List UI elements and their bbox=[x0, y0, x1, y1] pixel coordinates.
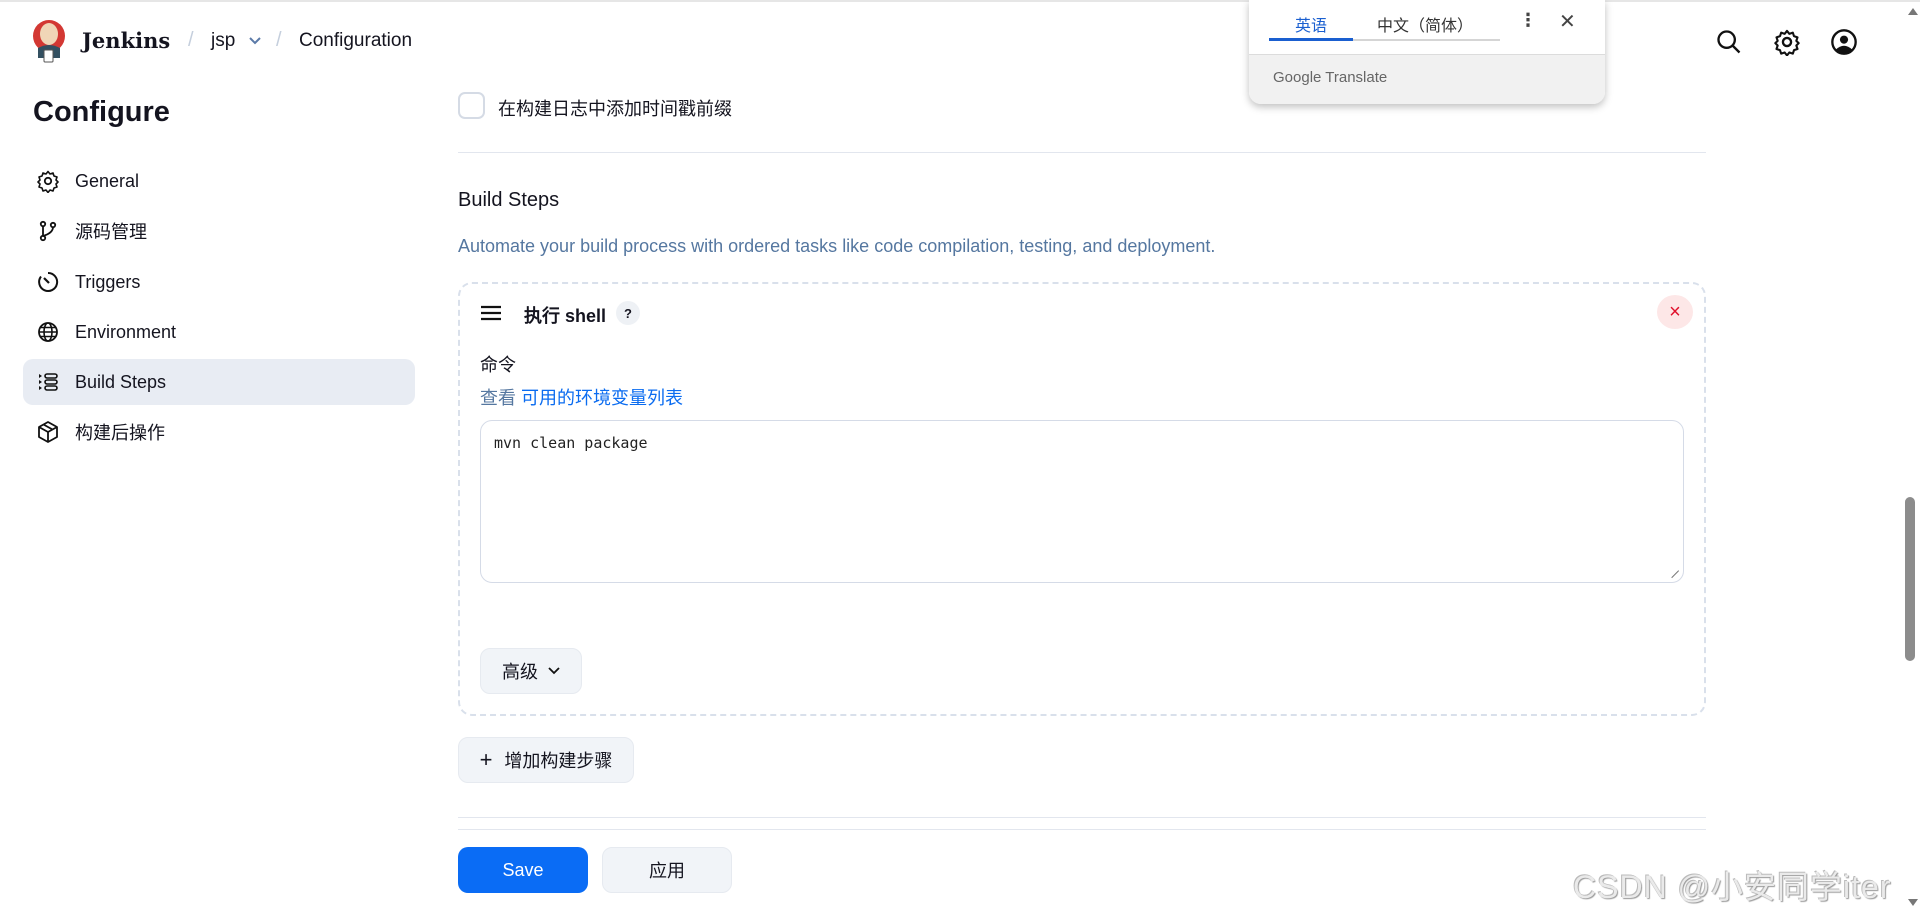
sidebar-item-general[interactable]: General bbox=[23, 158, 415, 204]
translate-tab-chinese[interactable]: 中文（简体） bbox=[1377, 12, 1473, 36]
footer-divider bbox=[458, 817, 1706, 818]
scroll-down-arrow[interactable] bbox=[1908, 899, 1918, 906]
section-description: Automate your build process with ordered… bbox=[458, 236, 1216, 256]
advanced-button[interactable]: 高级 bbox=[480, 648, 582, 694]
more-options-icon[interactable]: ⋮ bbox=[1519, 10, 1537, 31]
translate-tab-english[interactable]: 英语 bbox=[1295, 12, 1327, 36]
scroll-up-arrow[interactable] bbox=[1908, 8, 1918, 15]
sidebar-item-label: Triggers bbox=[75, 271, 141, 292]
breadcrumb-separator: / bbox=[276, 29, 282, 51]
jenkins-logo[interactable] bbox=[32, 18, 66, 64]
timer-icon bbox=[38, 271, 59, 292]
command-text: mvn clean package bbox=[494, 434, 648, 452]
section-divider bbox=[458, 152, 1706, 153]
help-icon[interactable]: ? bbox=[616, 301, 640, 325]
breadcrumb-separator: / bbox=[188, 29, 194, 51]
tab-indicator bbox=[1269, 38, 1353, 41]
sidebar-item-label: Build Steps bbox=[75, 371, 167, 392]
search-icon[interactable] bbox=[1715, 28, 1743, 56]
sidebar-item-label: 构建后操作 bbox=[75, 423, 165, 443]
sidebar-item-build-steps[interactable]: Build Steps bbox=[23, 359, 415, 405]
breadcrumb-jsp[interactable]: jsp bbox=[211, 30, 235, 52]
sidebar-item-environment[interactable]: Environment bbox=[23, 309, 415, 355]
chevron-down-icon[interactable] bbox=[248, 36, 262, 46]
close-icon[interactable]: ✕ bbox=[1559, 9, 1576, 34]
user-account-icon[interactable] bbox=[1830, 28, 1858, 56]
page-title: Configure bbox=[33, 96, 170, 128]
sidebar-item-post-build[interactable]: 构建后操作 bbox=[23, 409, 415, 455]
add-build-step-button[interactable]: + 增加构建步骤 bbox=[458, 737, 634, 783]
sidebar-item-label: Environment bbox=[75, 321, 177, 342]
add-build-step-label: 增加构建步骤 bbox=[504, 751, 613, 771]
list-icon bbox=[39, 373, 58, 391]
apply-button[interactable]: 应用 bbox=[602, 847, 732, 893]
resize-handle[interactable] bbox=[1664, 563, 1680, 579]
gear-icon[interactable] bbox=[1773, 28, 1801, 56]
translate-footer: Google Translate bbox=[1249, 54, 1605, 104]
drag-handle-icon[interactable] bbox=[480, 305, 502, 321]
chevron-down-icon bbox=[548, 667, 560, 675]
jenkins-brand[interactable]: Jenkins bbox=[82, 28, 170, 53]
delete-step-button[interactable]: × bbox=[1657, 295, 1693, 329]
plus-icon: + bbox=[479, 747, 493, 772]
scrollbar-thumb[interactable] bbox=[1905, 497, 1915, 661]
timestamp-checkbox-label[interactable]: 在构建日志中添加时间戳前缀 bbox=[498, 95, 732, 121]
env-vars-link[interactable]: 可用的环境变量列表 bbox=[521, 388, 683, 408]
build-step-title: 执行 shell bbox=[524, 306, 607, 326]
command-textarea[interactable]: mvn clean package bbox=[480, 420, 1684, 583]
env-vars-hint: 查看 可用的环境变量列表 bbox=[480, 384, 683, 410]
sidebar-item-triggers[interactable]: Triggers bbox=[23, 259, 415, 305]
advanced-label: 高级 bbox=[502, 662, 538, 682]
gear-icon bbox=[37, 170, 59, 193]
breadcrumb-configuration[interactable]: Configuration bbox=[299, 30, 412, 52]
git-branch-icon bbox=[39, 220, 57, 242]
sidebar-item-label: General bbox=[75, 170, 140, 191]
env-vars-prefix: 查看 bbox=[480, 388, 516, 408]
command-label: 命令 bbox=[480, 355, 516, 375]
package-icon bbox=[38, 421, 58, 443]
globe-icon bbox=[38, 322, 58, 342]
footer-divider bbox=[458, 829, 1706, 830]
top-border bbox=[0, 0, 1920, 2]
sidebar-item-label: 源码管理 bbox=[75, 222, 147, 242]
timestamp-checkbox[interactable] bbox=[458, 92, 485, 119]
google-translate-popup: 英语 中文（简体） ⋮ ✕ Google Translate bbox=[1249, 0, 1605, 104]
google-translate-label: Google Translate bbox=[1273, 69, 1388, 86]
sidebar-item-source-control[interactable]: 源码管理 bbox=[23, 208, 415, 254]
save-button[interactable]: Save bbox=[458, 847, 588, 893]
watermark: CSDN @小安同学iter bbox=[1573, 869, 1892, 905]
section-title: Build Steps bbox=[458, 189, 560, 211]
